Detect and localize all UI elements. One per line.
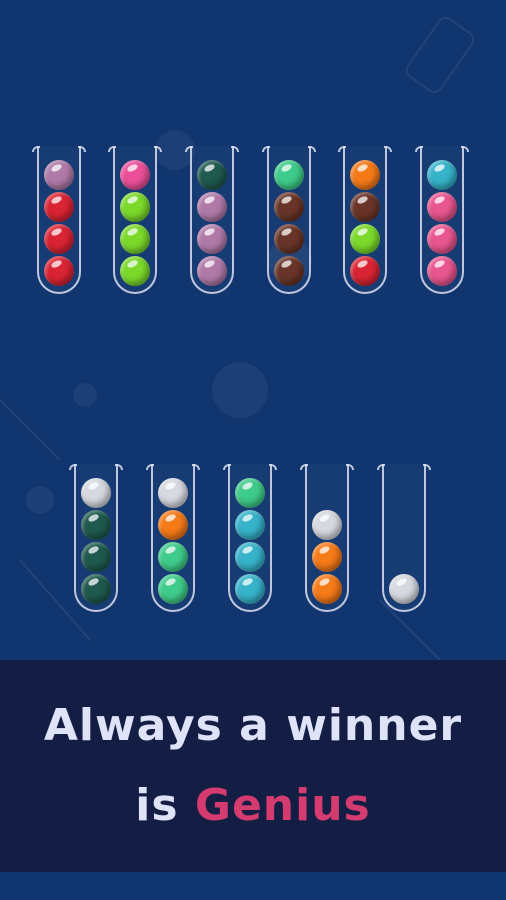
ball-hotpink — [427, 192, 457, 222]
top-tube-6[interactable] — [415, 146, 469, 294]
ball-purple — [197, 256, 227, 286]
bottom-strip — [0, 872, 506, 900]
game-board — [0, 0, 506, 660]
ball-red — [44, 256, 74, 286]
ball-lime — [120, 224, 150, 254]
bottom-tube-4[interactable] — [300, 464, 354, 612]
ball-lime — [120, 256, 150, 286]
ball-brown — [274, 256, 304, 286]
ball-white — [389, 574, 419, 604]
ball-orange — [350, 160, 380, 190]
ball-darkteal — [81, 510, 111, 540]
top-tube-5[interactable] — [338, 146, 392, 294]
ball-pink — [120, 160, 150, 190]
bottom-tube-5[interactable] — [377, 464, 431, 612]
ball-hotpink — [427, 224, 457, 254]
bottom-tube-3[interactable] — [223, 464, 277, 612]
ball-orange — [158, 510, 188, 540]
tagline-accent: Genius — [194, 780, 371, 831]
ball-red — [350, 256, 380, 286]
top-tube-1[interactable] — [32, 146, 86, 294]
tagline-prefix: is — [135, 780, 195, 831]
ball-mint — [158, 542, 188, 572]
ball-purple — [197, 192, 227, 222]
top-tube-3[interactable] — [185, 146, 239, 294]
ball-cyan — [427, 160, 457, 190]
ball-red — [44, 224, 74, 254]
ball-mint — [274, 160, 304, 190]
ball-mint — [158, 574, 188, 604]
ball-purple — [197, 224, 227, 254]
ball-hotpink — [427, 256, 457, 286]
ball-brown — [274, 192, 304, 222]
top-tube-2[interactable] — [108, 146, 162, 294]
ball-mint — [235, 478, 265, 508]
ball-white — [81, 478, 111, 508]
ball-orange — [312, 542, 342, 572]
ball-darkteal — [197, 160, 227, 190]
bottom-tube-2[interactable] — [146, 464, 200, 612]
ball-darkteal — [81, 574, 111, 604]
ball-cyan — [235, 510, 265, 540]
ball-white — [312, 510, 342, 540]
ball-lime — [350, 224, 380, 254]
tagline-line-2: is Genius — [0, 780, 506, 831]
top-tube-4[interactable] — [262, 146, 316, 294]
ball-cyan — [235, 542, 265, 572]
tagline-line-1: Always a winner — [43, 700, 463, 751]
bottom-tube-1[interactable] — [69, 464, 123, 612]
ball-lime — [120, 192, 150, 222]
ball-white — [158, 478, 188, 508]
promo-banner — [0, 660, 506, 872]
ball-cyan — [235, 574, 265, 604]
ball-brown — [274, 224, 304, 254]
ball-purple — [44, 160, 74, 190]
ball-red — [44, 192, 74, 222]
ball-darkteal — [81, 542, 111, 572]
ball-orange — [312, 574, 342, 604]
ball-brown — [350, 192, 380, 222]
